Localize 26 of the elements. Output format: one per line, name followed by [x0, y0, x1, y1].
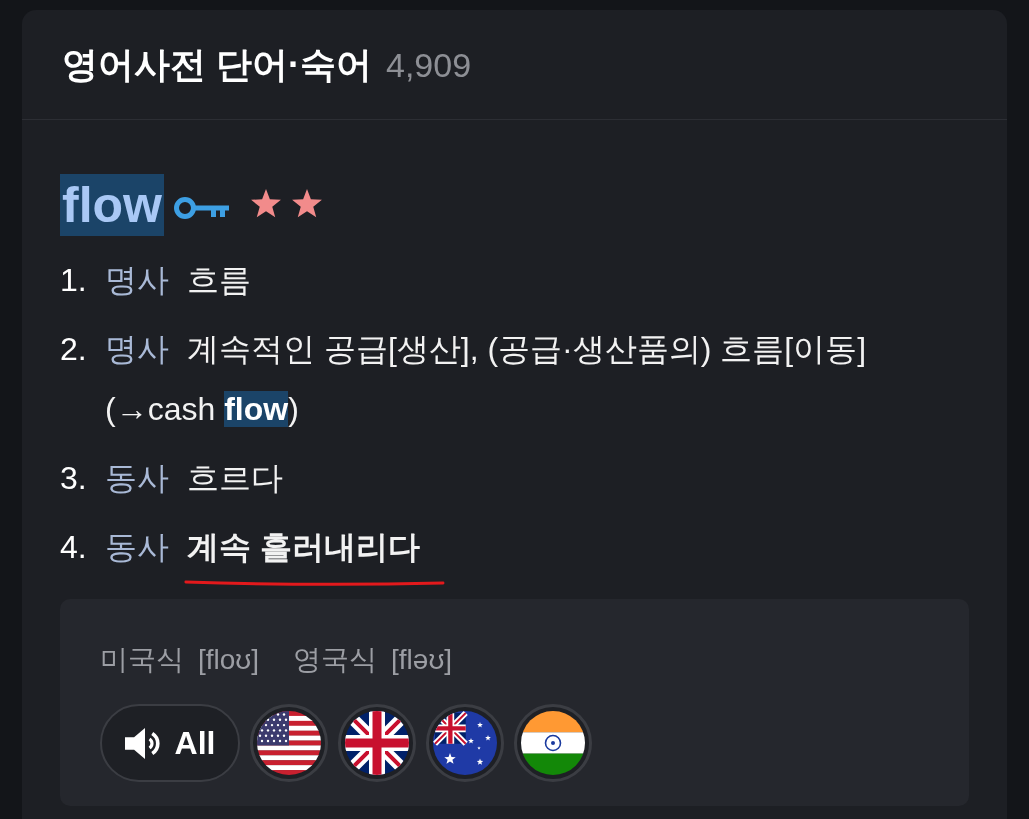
part-of-speech: 동사 [105, 528, 169, 567]
sense-number: 1. [60, 261, 88, 300]
definition-text: 흐름 [187, 261, 251, 300]
sense-number: 3. [60, 459, 88, 498]
accent-label: 영국식 [293, 643, 378, 677]
entry-count: 4,909 [386, 44, 472, 86]
key-icon [174, 196, 229, 220]
phonetic-text: [fləʊ] [391, 643, 453, 677]
part-of-speech: 동사 [105, 459, 169, 498]
play-all-button[interactable]: All [100, 704, 240, 782]
cross-reference: (→cash flow) [105, 390, 299, 429]
phonetic-text: [floʊ] [198, 643, 260, 677]
india-flag-icon [521, 711, 585, 775]
part-of-speech: 명사 [105, 261, 169, 300]
headword: flow [60, 174, 164, 236]
us-flag-icon [257, 711, 321, 775]
part-of-speech: 명사 [105, 330, 169, 369]
definition-text: 계속 흘러내리다 [187, 529, 420, 565]
sense-number: 2. [60, 330, 88, 369]
australia-flag-icon [433, 711, 497, 775]
section-title: 영어사전 단어·숙어 [62, 42, 372, 87]
accent-label: 미국식 [100, 643, 184, 677]
definition-text: 흐르다 [187, 459, 283, 498]
uk-flag-icon [345, 711, 409, 775]
definition-text: 계속적인 공급[생산], (공급·생산품의) 흐름[이동] [187, 330, 867, 369]
sense-number: 4. [60, 528, 88, 567]
